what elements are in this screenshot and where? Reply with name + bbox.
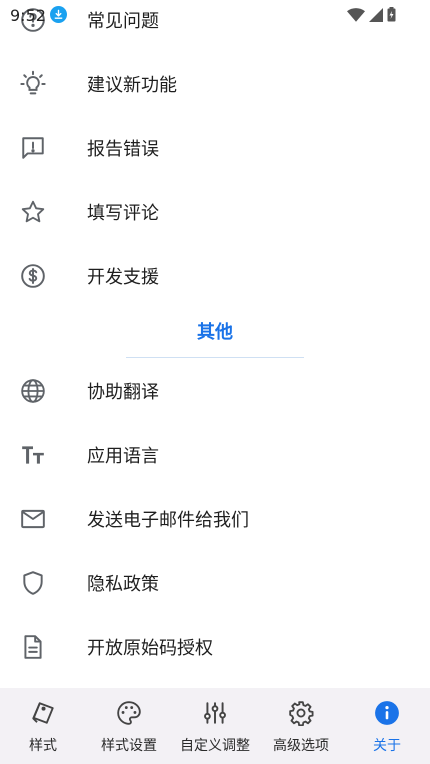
sliders-icon [201,699,229,727]
screen: 9:52 常见问题 建议新功能 报告错误 填写评论 开发支援 其他 协助翻译 应… [0,0,430,764]
feedback-icon [19,134,47,162]
nav-item-advanced-options[interactable]: 高级选项 [258,688,344,764]
mail-icon [19,505,47,533]
list-item-label: 应用语言 [87,446,159,467]
nav-label: 高级选项 [273,738,329,754]
list-item-help-translate[interactable]: 协助翻译 [0,359,430,423]
signal-icon [369,7,383,22]
list-item-send-email[interactable]: 发送电子邮件给我们 [0,487,430,551]
nav-item-custom-adjustments[interactable]: 自定义调整 [172,688,258,764]
list-item-open-source-licenses[interactable]: 开放原始码授权 [0,615,430,679]
download-icon [50,6,67,23]
nav-label: 关于 [373,738,401,754]
status-icons [347,7,396,22]
lightbulb-icon [19,70,47,98]
section-divider [126,357,304,358]
style-icon [29,699,57,727]
list-item-label: 开发支援 [87,267,159,288]
list-item-label: 隐私政策 [87,574,159,595]
list-item-report-bug[interactable]: 报告错误 [0,116,430,180]
nav-label: 样式 [29,738,57,754]
list-item-label: 协助翻译 [87,382,159,403]
battery-icon [387,7,396,22]
star-icon [19,198,47,226]
gear-icon [287,699,315,727]
status-time: 9:52 [10,6,46,25]
nav-item-about[interactable]: 关于 [344,688,430,764]
dollar-circle-icon [19,262,47,290]
list-item-label: 建议新功能 [87,75,177,96]
info-icon [373,699,401,727]
shield-icon [19,569,47,597]
bottom-navigation: 样式 样式设置 自定义调整 高级选项 关于 [0,688,430,764]
list-item-suggest-feature[interactable]: 建议新功能 [0,52,430,116]
list-item-app-language[interactable]: 应用语言 [0,423,430,487]
nav-label: 样式设置 [101,738,157,754]
list-item-write-review[interactable]: 填写评论 [0,180,430,244]
document-icon [19,633,47,661]
list-item-label: 报告错误 [87,139,159,160]
section-title-other: 其他 [197,322,233,343]
text-size-icon [19,441,47,469]
wifi-icon [347,7,365,22]
list-item-label: 发送电子邮件给我们 [87,510,249,531]
list-item-privacy-policy[interactable]: 隐私政策 [0,551,430,615]
nav-item-style[interactable]: 样式 [0,688,86,764]
list-item-label: 填写评论 [87,203,159,224]
list-item-label: 开放原始码授权 [87,638,213,659]
palette-icon [115,699,143,727]
nav-label: 自定义调整 [180,738,250,754]
globe-icon [19,377,47,405]
status-bar: 9:52 [0,0,430,30]
nav-item-style-settings[interactable]: 样式设置 [86,688,172,764]
list-item-support-development[interactable]: 开发支援 [0,244,430,308]
